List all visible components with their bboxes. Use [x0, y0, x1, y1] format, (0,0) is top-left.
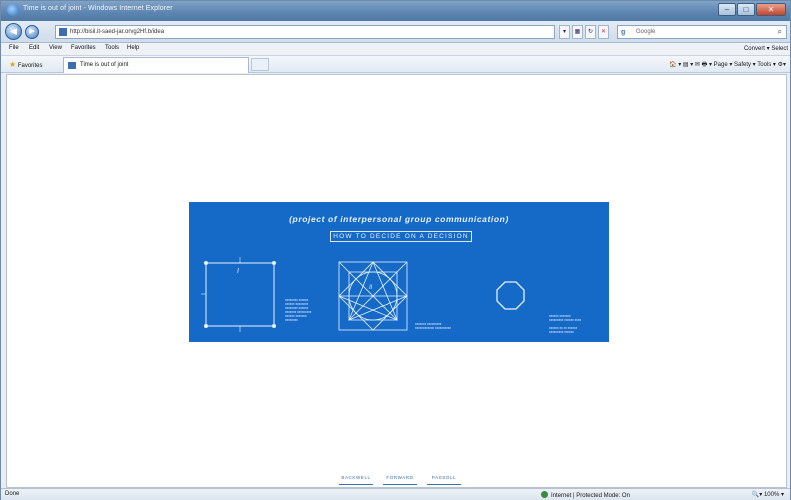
zoom-control[interactable]: 🔍▾ 100% ▾: [752, 491, 784, 498]
page-favicon-icon: [59, 28, 67, 36]
close-button[interactable]: ✕: [756, 3, 786, 16]
search-icon[interactable]: ⌕: [778, 26, 782, 38]
nav-link-passoll[interactable]: PASSOLL: [427, 473, 461, 485]
refresh-icon[interactable]: ↻: [585, 25, 596, 39]
project-banner: (project of interpersonal group communic…: [189, 202, 609, 342]
stop-icon[interactable]: ✕: [598, 25, 609, 39]
nav-link-backwell[interactable]: BACKWELL: [339, 473, 373, 485]
security-zone[interactable]: Internet | Protected Mode: On: [541, 491, 630, 499]
diagram-drawing: [201, 257, 525, 332]
square-shape: [205, 262, 275, 327]
menu-file[interactable]: File: [9, 45, 19, 51]
menu-edit[interactable]: Edit: [29, 45, 39, 51]
command-bar-label: Page ▾ Safety ▾ Tools ▾: [713, 62, 776, 68]
menu-bar: File Edit View Favorites Tools Help Conv…: [1, 43, 790, 56]
browser-window: Time is out of joint - Windows Internet …: [0, 0, 791, 500]
star-label: II: [369, 285, 373, 291]
corner-dot: [204, 324, 208, 328]
square-label: I: [237, 268, 239, 275]
security-zone-text: Internet | Protected Mode: On: [551, 493, 630, 499]
url-field[interactable]: http://bisil.it-saed-jar.orvg2Hf.b/idea: [55, 25, 555, 39]
tab-active[interactable]: Time is out of joint: [63, 57, 249, 73]
ie-logo-icon: [7, 4, 19, 16]
url-text: http://bisil.it-saed-jar.orvg2Hf.b/idea: [70, 29, 165, 35]
status-bar: Done Internet | Protected Mode: On 🔍▾ 10…: [1, 488, 790, 500]
address-bar: ◀ ▶ http://bisil.it-saed-jar.orvg2Hf.b/i…: [1, 21, 790, 43]
new-tab-button[interactable]: [251, 58, 269, 71]
address-tools: ▾ ▦ ↻ ✕: [559, 25, 609, 39]
maximize-button[interactable]: □: [737, 3, 755, 16]
tab-favicon-icon: [68, 62, 76, 69]
globe-icon: [541, 491, 548, 498]
star-diagram: [338, 261, 408, 331]
command-bar[interactable]: 🏠 ▾ ▤ ▾ ✉ 🖶 ▾ Page ▾ Safety ▾ Tools ▾ ⚙▾: [669, 60, 786, 70]
corner-dot: [272, 324, 276, 328]
minimize-button[interactable]: –: [718, 3, 736, 16]
nav-link-forward[interactable]: FORWARD: [383, 473, 417, 485]
menu-tools[interactable]: Tools: [105, 45, 119, 51]
text-block-middle: xxxxxxx xxxxxxxxx xxxxxxxxxxxx xxxxxxxxx…: [415, 322, 451, 330]
favorites-label: Favorites: [17, 63, 43, 69]
text-block-left: xxxxxxxx xxxxxx xxxxxx xxxxxxxx xxxxxxxx…: [285, 298, 312, 322]
text-block-right: xxxxxx xxxxxxx xxxxxxxxx xxxxxx xxxx xxx…: [549, 314, 582, 334]
octagon-shape: [496, 281, 525, 310]
window-controls: – □ ✕: [718, 3, 786, 16]
menu-view[interactable]: View: [49, 45, 62, 51]
corner-dot: [204, 261, 208, 265]
menu-help[interactable]: Help: [127, 45, 139, 51]
page-content: (project of interpersonal group communic…: [6, 74, 787, 488]
google-icon: g: [621, 29, 626, 36]
menu-favorites[interactable]: Favorites: [71, 45, 96, 51]
bottom-navigation: BACKWELL FORWARD PASSOLL: [339, 473, 461, 485]
corner-dot: [272, 261, 276, 265]
search-box[interactable]: g Google ⌕: [617, 25, 787, 39]
search-placeholder: Google: [636, 29, 656, 35]
favorites-button[interactable]: ★ Favorites: [9, 60, 43, 69]
status-text: Done: [5, 491, 20, 497]
forward-button[interactable]: ▶: [25, 25, 39, 39]
title-bar: Time is out of joint - Windows Internet …: [1, 1, 790, 21]
compat-view-icon[interactable]: ▦: [572, 25, 583, 39]
zoom-level: 100%: [763, 492, 780, 498]
favorites-bar: ★ Favorites Time is out of joint 🏠 ▾ ▤ ▾…: [1, 56, 790, 73]
convert-menu[interactable]: Convert ▾ Select: [744, 45, 788, 52]
window-title: Time is out of joint - Windows Internet …: [23, 5, 173, 12]
back-button[interactable]: ◀: [5, 23, 22, 40]
tab-title: Time is out of joint: [80, 62, 129, 68]
dropdown-icon[interactable]: ▾: [559, 25, 570, 39]
star-icon: ★: [9, 60, 17, 69]
